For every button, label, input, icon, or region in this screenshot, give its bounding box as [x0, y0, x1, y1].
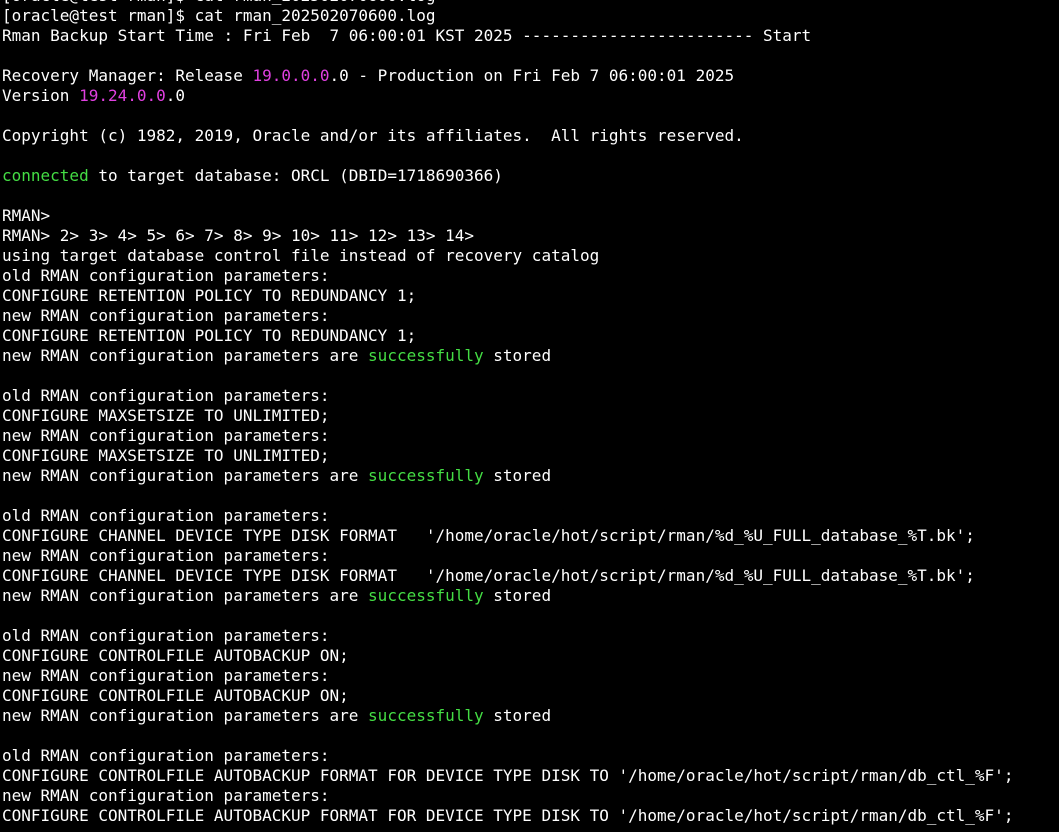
- line-text: stored: [483, 586, 552, 605]
- terminal-line: CONFIGURE MAXSETSIZE TO UNLIMITED;: [2, 406, 1013, 426]
- terminal-line: new RMAN configuration parameters are su…: [2, 346, 1013, 366]
- line-text: stored: [483, 346, 552, 365]
- line-text: CONFIGURE CONTROLFILE AUTOBACKUP FORMAT …: [2, 766, 1014, 785]
- terminal-line: old RMAN configuration parameters:: [2, 386, 1013, 406]
- terminal-line: new RMAN configuration parameters:: [2, 306, 1013, 326]
- terminal-line: CONFIGURE CONTROLFILE AUTOBACKUP ON;: [2, 646, 1013, 666]
- line-text: [oracle@test rman]$ cat rman_20250207060…: [2, 0, 435, 5]
- line-text: Recovery Manager: Release: [2, 66, 253, 85]
- terminal-line: old RMAN configuration parameters:: [2, 746, 1013, 766]
- line-text: old RMAN configuration parameters:: [2, 386, 330, 405]
- terminal-line: new RMAN configuration parameters:: [2, 426, 1013, 446]
- line-text: new RMAN configuration parameters:: [2, 786, 330, 805]
- terminal-line: new RMAN configuration parameters:: [2, 786, 1013, 806]
- line-text: old RMAN configuration parameters:: [2, 626, 330, 645]
- terminal-line: new RMAN configuration parameters are su…: [2, 466, 1013, 486]
- line-text: stored: [483, 706, 552, 725]
- line-text: using target database control file inste…: [2, 246, 600, 265]
- terminal-line: CONFIGURE CONTROLFILE AUTOBACKUP ON;: [2, 686, 1013, 706]
- version-highlight-text: 19.0.0.0: [252, 66, 330, 85]
- status-highlight-text: successfully: [368, 346, 484, 365]
- terminal-line: old RMAN configuration parameters:: [2, 506, 1013, 526]
- line-text: new RMAN configuration parameters are: [2, 346, 369, 365]
- version-highlight-text: 19.24.0.0: [79, 86, 166, 105]
- line-text: CONFIGURE MAXSETSIZE TO UNLIMITED;: [2, 406, 330, 425]
- terminal-line: CONFIGURE CONTROLFILE AUTOBACKUP FORMAT …: [2, 806, 1013, 826]
- terminal-line: old RMAN configuration parameters:: [2, 626, 1013, 646]
- line-text: CONFIGURE CHANNEL DEVICE TYPE DISK FORMA…: [2, 566, 975, 585]
- line-text: stored: [483, 466, 552, 485]
- terminal-line: CONFIGURE CONTROLFILE AUTOBACKUP FORMAT …: [2, 766, 1013, 786]
- terminal-window[interactable]: [oracle@test rman]$ cat rman_20250207060…: [0, 0, 1059, 832]
- line-text: new RMAN configuration parameters:: [2, 546, 330, 565]
- terminal-line: new RMAN configuration parameters:: [2, 546, 1013, 566]
- terminal-line: connected to target database: ORCL (DBID…: [2, 166, 1013, 186]
- status-highlight-text: connected: [2, 166, 89, 185]
- terminal-line: CONFIGURE RETENTION POLICY TO REDUNDANCY…: [2, 326, 1013, 346]
- status-highlight-text: successfully: [368, 706, 484, 725]
- terminal-line: Copyright (c) 1982, 2019, Oracle and/or …: [2, 126, 1013, 146]
- terminal-line: [oracle@test rman]$ cat rman_20250207060…: [2, 6, 1013, 26]
- line-text: .0: [165, 86, 186, 105]
- status-highlight-text: successfully: [368, 466, 484, 485]
- line-text: CONFIGURE CONTROLFILE AUTOBACKUP FORMAT …: [2, 806, 1014, 825]
- terminal-line: using target database control file inste…: [2, 246, 1013, 266]
- line-text: RMAN> 2> 3> 4> 5> 6> 7> 8> 9> 10> 11> 12…: [2, 226, 475, 245]
- terminal-line: Recovery Manager: Release 19.0.0.0.0 - P…: [2, 66, 1013, 86]
- line-text: old RMAN configuration parameters:: [2, 506, 330, 525]
- line-text: CONFIGURE CONTROLFILE AUTOBACKUP ON;: [2, 646, 349, 665]
- terminal-line: Rman Backup Start Time : Fri Feb 7 06:00…: [2, 26, 1013, 46]
- terminal-output: [oracle@test rman]$ cat rman_20250207060…: [2, 0, 1013, 826]
- terminal-line: CONFIGURE CHANNEL DEVICE TYPE DISK FORMA…: [2, 566, 1013, 586]
- line-text: new RMAN configuration parameters are: [2, 466, 369, 485]
- terminal-line: RMAN>: [2, 206, 1013, 226]
- terminal-line: new RMAN configuration parameters:: [2, 666, 1013, 686]
- line-text: new RMAN configuration parameters:: [2, 666, 330, 685]
- line-text: new RMAN configuration parameters:: [2, 306, 330, 325]
- line-text: CONFIGURE MAXSETSIZE TO UNLIMITED;: [2, 446, 330, 465]
- terminal-line: new RMAN configuration parameters are su…: [2, 706, 1013, 726]
- terminal-line: CONFIGURE CHANNEL DEVICE TYPE DISK FORMA…: [2, 526, 1013, 546]
- line-text: Copyright (c) 1982, 2019, Oracle and/or …: [2, 126, 744, 145]
- terminal-line: Version 19.24.0.0.0: [2, 86, 1013, 106]
- line-text: old RMAN configuration parameters:: [2, 266, 330, 285]
- terminal-line: CONFIGURE MAXSETSIZE TO UNLIMITED;: [2, 446, 1013, 466]
- line-text: [oracle@test rman]$ cat rman_20250207060…: [2, 6, 436, 25]
- line-text: CONFIGURE CONTROLFILE AUTOBACKUP ON;: [2, 686, 349, 705]
- line-text: RMAN>: [2, 206, 51, 225]
- terminal-line: new RMAN configuration parameters are su…: [2, 586, 1013, 606]
- terminal-line: RMAN> 2> 3> 4> 5> 6> 7> 8> 9> 10> 11> 12…: [2, 226, 1013, 246]
- terminal-line: CONFIGURE RETENTION POLICY TO REDUNDANCY…: [2, 286, 1013, 306]
- status-highlight-text: successfully: [368, 586, 484, 605]
- line-text: Version: [2, 86, 80, 105]
- line-text: new RMAN configuration parameters are: [2, 586, 369, 605]
- line-text: Rman Backup Start Time : Fri Feb 7 06:00…: [2, 26, 812, 45]
- line-text: new RMAN configuration parameters are: [2, 706, 369, 725]
- line-text: new RMAN configuration parameters:: [2, 426, 330, 445]
- line-text: old RMAN configuration parameters:: [2, 746, 330, 765]
- terminal-line: old RMAN configuration parameters:: [2, 266, 1013, 286]
- line-text: .0 - Production on Fri Feb 7 06:00:01 20…: [329, 66, 735, 85]
- line-text: CONFIGURE RETENTION POLICY TO REDUNDANCY…: [2, 326, 417, 345]
- line-text: to target database: ORCL (DBID=171869036…: [88, 166, 503, 185]
- line-text: CONFIGURE RETENTION POLICY TO REDUNDANCY…: [2, 286, 417, 305]
- line-text: CONFIGURE CHANNEL DEVICE TYPE DISK FORMA…: [2, 526, 975, 545]
